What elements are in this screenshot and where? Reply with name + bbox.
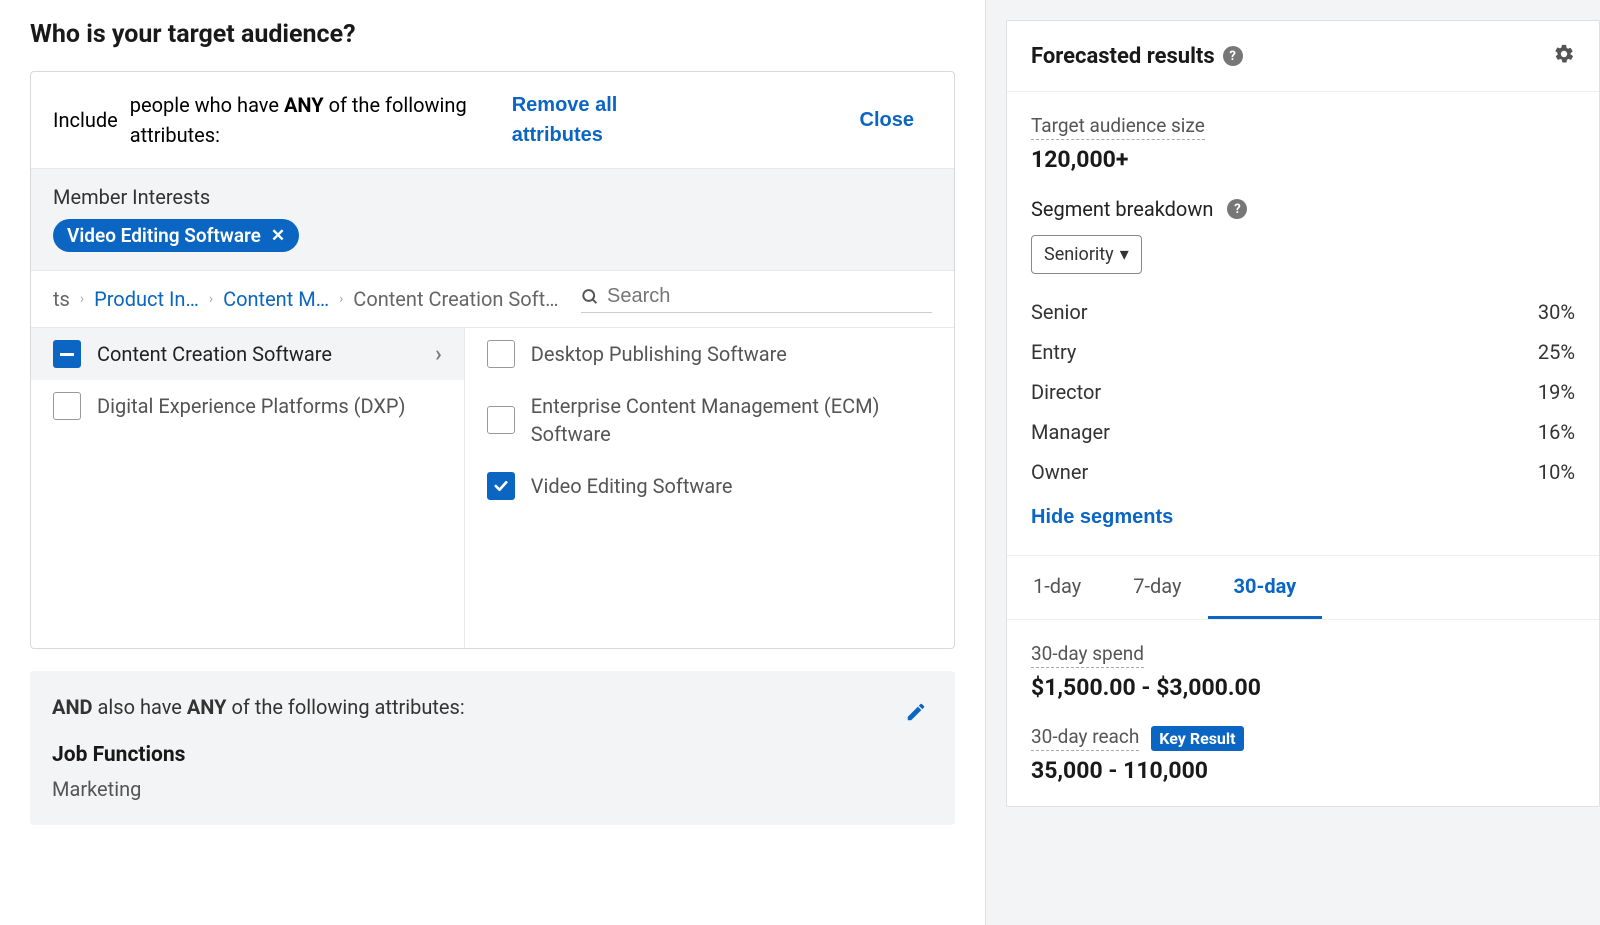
reach-value: 35,000 - 110,000 <box>1031 757 1575 784</box>
job-functions-title: Job Functions <box>52 743 933 767</box>
chevron-right-icon: › <box>435 342 442 367</box>
segment-name: Owner <box>1031 460 1088 484</box>
unchecked-checkbox-icon[interactable] <box>487 340 515 368</box>
include-description: people who have ANY of the following att… <box>130 90 500 150</box>
segment-row: Owner 10% <box>1031 452 1575 492</box>
unchecked-checkbox-icon[interactable] <box>53 392 81 420</box>
reach-label: 30-day reach <box>1031 725 1139 751</box>
interest-pill[interactable]: Video Editing Software ✕ <box>53 219 299 252</box>
and-mid: also have <box>93 695 187 719</box>
help-icon[interactable]: ? <box>1227 199 1247 219</box>
segment-name: Director <box>1031 380 1101 404</box>
segment-value: 25% <box>1538 340 1575 364</box>
interest-pill-label: Video Editing Software <box>67 224 261 247</box>
segment-name: Entry <box>1031 340 1076 364</box>
subcategory-column: Desktop Publishing Software Enterprise C… <box>465 328 954 648</box>
spend-label: 30-day spend <box>1031 642 1144 668</box>
option-desktop-publishing[interactable]: Desktop Publishing Software <box>465 328 954 380</box>
option-label: Desktop Publishing Software <box>531 340 932 368</box>
search-field[interactable] <box>581 285 932 313</box>
segment-value: 30% <box>1538 300 1575 324</box>
key-result-badge: Key Result <box>1151 726 1243 751</box>
edit-icon[interactable] <box>905 701 927 727</box>
spend-value: $1,500.00 - $3,000.00 <box>1031 674 1575 701</box>
and-bold: AND <box>52 695 93 719</box>
target-audience-label: Target audience size <box>1031 114 1205 140</box>
audience-card: Include people who have ANY of the follo… <box>30 71 955 649</box>
tab-1-day[interactable]: 1-day <box>1007 556 1107 619</box>
caret-down-icon: ▾ <box>1120 244 1129 265</box>
chevron-right-icon: › <box>339 291 343 307</box>
chevron-right-icon: › <box>209 291 213 307</box>
tab-7-day[interactable]: 7-day <box>1107 556 1207 619</box>
remove-pill-icon[interactable]: ✕ <box>271 226 285 246</box>
member-interests-block: Member Interests Video Editing Software … <box>31 168 954 271</box>
segment-row: Entry 25% <box>1031 332 1575 372</box>
job-functions-value: Marketing <box>52 777 933 801</box>
search-input[interactable] <box>607 285 932 308</box>
member-interests-title: Member Interests <box>53 185 932 209</box>
category-content-creation[interactable]: Content Creation Software › <box>31 328 464 380</box>
seniority-dropdown[interactable]: Seniority ▾ <box>1031 235 1142 274</box>
breadcrumb: ts › Product In… › Content M… › Content … <box>31 271 954 328</box>
segment-row: Manager 16% <box>1031 412 1575 452</box>
any-bold: ANY <box>187 695 227 719</box>
remove-all-attributes-button[interactable]: Remove all attributes <box>512 90 662 150</box>
option-video-editing[interactable]: Video Editing Software <box>465 460 954 512</box>
include-desc-prefix: people who have <box>130 93 284 117</box>
chevron-right-icon: › <box>80 291 84 307</box>
segment-value: 10% <box>1538 460 1575 484</box>
category-label: Content Creation Software <box>97 340 419 368</box>
segment-breakdown-label: Segment breakdown <box>1031 197 1213 221</box>
gear-icon[interactable] <box>1553 43 1575 69</box>
help-icon[interactable]: ? <box>1223 46 1243 66</box>
search-icon <box>581 287 600 307</box>
crumb-content-m[interactable]: Content M… <box>223 287 329 311</box>
unchecked-checkbox-icon[interactable] <box>487 406 515 434</box>
segment-row: Director 19% <box>1031 372 1575 412</box>
include-label: Include <box>53 108 118 132</box>
category-column: Content Creation Software › Digital Expe… <box>31 328 465 648</box>
forecast-title: Forecasted results <box>1031 44 1215 69</box>
option-label: Video Editing Software <box>531 472 932 500</box>
checked-checkbox-icon[interactable] <box>487 472 515 500</box>
segment-name: Senior <box>1031 300 1088 324</box>
and-attributes-block: AND also have ANY of the following attri… <box>30 671 955 825</box>
segment-value: 16% <box>1538 420 1575 444</box>
option-ecm[interactable]: Enterprise Content Management (ECM) Soft… <box>465 380 954 460</box>
segment-breakdown-title: Segment breakdown ? <box>1031 197 1575 221</box>
close-button[interactable]: Close <box>860 109 914 132</box>
category-dxp[interactable]: Digital Experience Platforms (DXP) <box>31 380 464 432</box>
segment-value: 19% <box>1538 380 1575 404</box>
forecast-tabs: 1-day 7-day 30-day <box>1007 555 1599 620</box>
crumb-current: Content Creation Soft… <box>353 287 558 311</box>
option-label: Enterprise Content Management (ECM) Soft… <box>531 392 932 448</box>
segment-name: Manager <box>1031 420 1110 444</box>
and-suffix: of the following attributes: <box>227 695 465 719</box>
crumb-root: ts <box>53 287 70 311</box>
target-audience-value: 120,000+ <box>1031 146 1575 173</box>
tab-30-day[interactable]: 30-day <box>1208 556 1323 619</box>
crumb-product[interactable]: Product In… <box>94 287 199 311</box>
indeterminate-checkbox-icon[interactable] <box>53 340 81 368</box>
include-desc-bold: ANY <box>284 93 324 117</box>
segment-row: Senior 30% <box>1031 292 1575 332</box>
dropdown-label: Seniority <box>1044 244 1114 265</box>
category-label: Digital Experience Platforms (DXP) <box>97 392 442 420</box>
page-heading: Who is your target audience? <box>30 20 955 49</box>
forecasted-results-card: Forecasted results ? Target audience siz… <box>1006 20 1600 807</box>
and-description: AND also have ANY of the following attri… <box>52 695 933 719</box>
hide-segments-button[interactable]: Hide segments <box>1031 506 1173 529</box>
